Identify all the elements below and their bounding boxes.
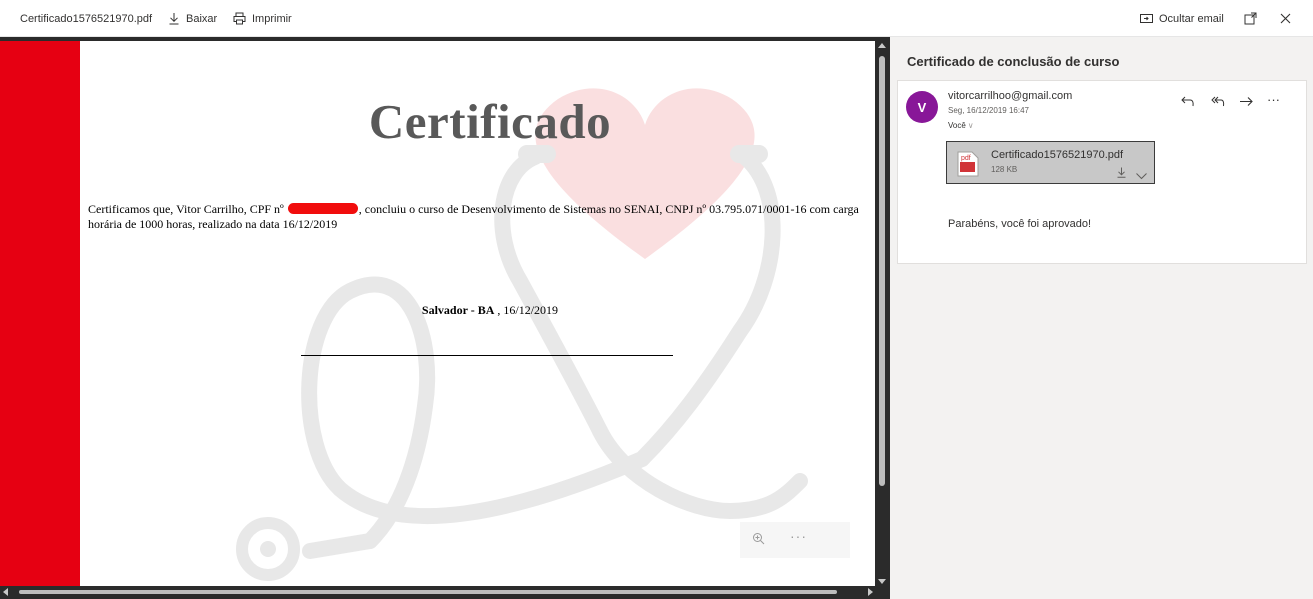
email-message-card: V vitorcarrilhoo@gmail.com Seg, 16/12/20… bbox=[897, 80, 1307, 264]
place-and-date: Salvador - BA , 16/12/2019 bbox=[300, 303, 680, 318]
scroll-right-arrow-icon[interactable] bbox=[868, 588, 873, 596]
email-body: Parabéns, você foi aprovado! bbox=[948, 218, 1092, 230]
pdf-viewer[interactable]: Certificado Certificamos que, Vitor Carr… bbox=[0, 37, 890, 599]
attachment-download-icon[interactable] bbox=[1117, 165, 1126, 183]
hide-email-label: Ocultar email bbox=[1159, 12, 1224, 25]
place-date: , 16/12/2019 bbox=[494, 303, 559, 317]
download-label: Baixar bbox=[186, 12, 218, 25]
vertical-scrollbar[interactable] bbox=[876, 41, 888, 586]
body-text-start: Certificamos que, Vitor Carrilho, CPF nº bbox=[88, 202, 287, 216]
zoom-in-icon[interactable] bbox=[752, 532, 765, 550]
avatar[interactable]: V bbox=[906, 91, 938, 123]
attachment-size: 128 KB bbox=[991, 165, 1018, 174]
scroll-up-arrow-icon[interactable] bbox=[878, 43, 886, 48]
printer-icon bbox=[233, 12, 246, 25]
forward-icon[interactable] bbox=[1238, 93, 1255, 110]
hide-email-icon bbox=[1140, 13, 1153, 24]
pdf-page: Certificado Certificamos que, Vitor Carr… bbox=[0, 41, 875, 586]
file-name: Certificado1576521970.pdf bbox=[20, 12, 153, 25]
vertical-scroll-thumb[interactable] bbox=[879, 56, 885, 486]
scroll-left-arrow-icon[interactable] bbox=[3, 588, 8, 596]
attachment-name: Certificado1576521970.pdf bbox=[991, 149, 1124, 161]
scroll-down-arrow-icon[interactable] bbox=[878, 579, 886, 584]
attachment-card[interactable]: pdf Certificado1576521970.pdf 128 KB bbox=[946, 141, 1155, 184]
sender-address[interactable]: vitorcarrilhoo@gmail.com bbox=[948, 90, 1072, 102]
horizontal-scroll-thumb[interactable] bbox=[19, 590, 837, 594]
horizontal-scrollbar[interactable] bbox=[0, 586, 876, 599]
message-actions: ··· bbox=[1180, 93, 1284, 110]
chevron-down-icon: ∨ bbox=[967, 121, 974, 130]
print-button[interactable]: Imprimir bbox=[233, 0, 292, 37]
reply-all-icon[interactable] bbox=[1209, 93, 1226, 110]
print-label: Imprimir bbox=[252, 12, 292, 25]
close-button[interactable] bbox=[1280, 0, 1291, 37]
download-button[interactable]: Baixar bbox=[168, 0, 217, 37]
zoom-controls: ··· bbox=[740, 522, 850, 558]
signature-line bbox=[301, 355, 673, 356]
pdf-file-icon: pdf bbox=[957, 151, 979, 182]
recipient[interactable]: Você ∨ bbox=[948, 121, 974, 130]
certificate-red-band bbox=[0, 41, 80, 586]
download-icon bbox=[168, 12, 180, 25]
popout-icon bbox=[1244, 12, 1257, 25]
sent-timestamp: Seg, 16/12/2019 16:47 bbox=[948, 106, 1029, 115]
email-subject: Certificado de conclusão de curso bbox=[907, 54, 1120, 69]
reply-icon[interactable] bbox=[1180, 93, 1197, 110]
recipient-label: Você bbox=[948, 121, 966, 130]
viewer-toolbar: Certificado1576521970.pdf Baixar Imprimi… bbox=[0, 0, 1313, 37]
popout-button[interactable] bbox=[1244, 0, 1257, 37]
zoom-more-button[interactable]: ··· bbox=[790, 528, 807, 544]
attachment-chevron-down-icon[interactable] bbox=[1136, 167, 1147, 185]
svg-text:pdf: pdf bbox=[961, 155, 971, 162]
email-reading-pane: Certificado de conclusão de curso V vito… bbox=[890, 37, 1313, 599]
place-city: Salvador - BA bbox=[421, 303, 495, 317]
certificate-body-text: Certificamos que, Vitor Carrilho, CPF nº… bbox=[88, 202, 875, 232]
certificate-title: Certificado bbox=[368, 94, 612, 149]
hide-email-button[interactable]: Ocultar email bbox=[1140, 0, 1224, 37]
close-icon bbox=[1280, 13, 1291, 24]
redacted-cpf bbox=[287, 203, 358, 214]
more-icon[interactable]: ··· bbox=[1267, 93, 1284, 110]
